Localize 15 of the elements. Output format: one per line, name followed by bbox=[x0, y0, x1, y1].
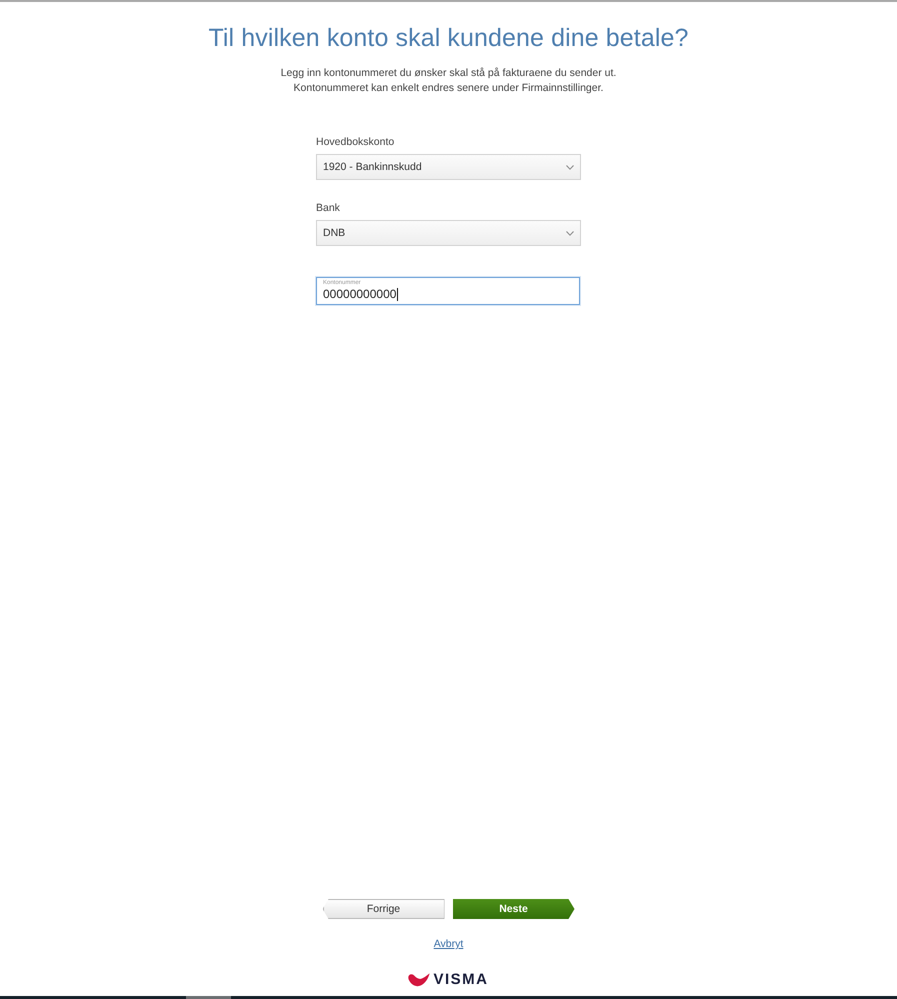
field-label: Bank bbox=[316, 201, 340, 215]
next-button[interactable]: Neste bbox=[452, 899, 574, 919]
dropdown[interactable]: DNB bbox=[316, 220, 581, 246]
back-button[interactable]: Forrige bbox=[322, 899, 444, 919]
chevron-down-icon bbox=[566, 230, 574, 236]
dropdown[interactable]: 1920 - Bankinnskudd bbox=[316, 154, 581, 180]
logo-text: VISMA bbox=[433, 972, 488, 988]
intro-text: Legg inn kontonummeret du ønsker skal stå på fakturaene du sender ut. bbox=[280, 66, 616, 81]
chevron-down-icon bbox=[566, 164, 574, 170]
page-title: Til hvilken konto skal kundene dine betale? bbox=[208, 23, 689, 54]
intro-text: Kontonummeret kan enkelt endres senere under Firmainnstillinger. bbox=[294, 81, 604, 96]
text-cursor bbox=[397, 288, 398, 301]
field-label: Hovedbokskonto bbox=[316, 135, 394, 149]
cancel-link[interactable]: Avbryt bbox=[434, 937, 464, 951]
logo-icon bbox=[408, 973, 430, 987]
